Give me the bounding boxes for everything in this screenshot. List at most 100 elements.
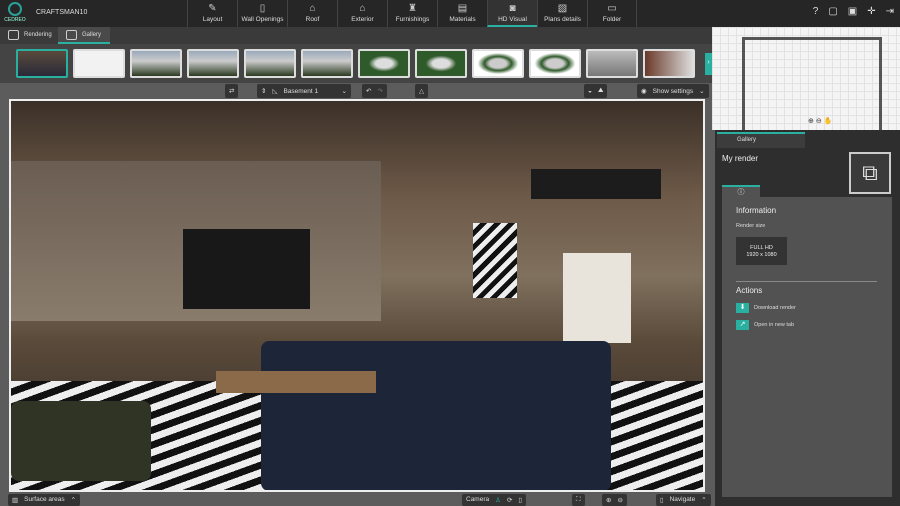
panel-tab-gallery[interactable]: Gallery	[717, 132, 805, 148]
help-icon[interactable]: ?	[813, 6, 819, 17]
divider	[736, 281, 877, 282]
zoom-in-icon[interactable]: ⊕	[606, 496, 611, 504]
thumbnail[interactable]	[529, 49, 581, 78]
thumbnail[interactable]	[187, 49, 239, 78]
minimap-controls: ⊕ ⊖ ✋	[808, 117, 832, 125]
nav-label: Roof	[305, 16, 320, 23]
camera-toolbar: Camera ♙ ⟳ ▯	[462, 494, 526, 506]
navigate-button[interactable]: ▯ Navigate ⌃	[656, 494, 711, 506]
paint-roller-icon: ▤	[457, 3, 468, 14]
gallery-panel: Gallery My render ⧉ ⓘ Information Render…	[715, 130, 900, 506]
coffee-table	[216, 371, 376, 393]
updown-icon: ⇕	[261, 88, 267, 95]
download-icon: ⬇	[736, 303, 749, 313]
thumbnail[interactable]	[16, 49, 68, 78]
nav-wall-openings[interactable]: ▯ Wall Openings	[237, 0, 287, 27]
zoom-out-icon[interactable]: ⊖	[816, 117, 822, 125]
show-settings-button[interactable]: ◉ Show settings ⌄	[637, 84, 709, 98]
perspective-button[interactable]: △	[415, 84, 428, 98]
tab-label: Gallery	[82, 32, 102, 38]
open-tab-label: Open in new tab	[754, 322, 795, 328]
hand-icon[interactable]: ✋	[824, 117, 833, 125]
door-view-icon[interactable]: ▯	[518, 496, 522, 504]
surface-areas-button[interactable]: ▥ Surface areas ⌃	[8, 494, 81, 506]
thumbnail[interactable]	[586, 49, 638, 78]
undo-redo: ↶ ↷	[362, 84, 387, 98]
tab-rendering[interactable]: Rendering	[0, 27, 56, 44]
mouse-icon: ▯	[660, 497, 664, 504]
collapse-icon[interactable]: ✛	[867, 6, 875, 17]
nav-label: Materials	[449, 16, 476, 23]
zoom-in-icon[interactable]: ⊕	[808, 117, 814, 125]
swap-view-button[interactable]: ⇄	[225, 84, 239, 98]
rotate-icon[interactable]: ⟳	[507, 496, 512, 504]
top-bar: CEDREO CRAFTSMAN10 ✎ Layout ▯ Wall Opening…	[0, 0, 900, 27]
fit-button[interactable]: ⛶	[572, 494, 585, 506]
roof-icon: ⌂	[309, 3, 316, 14]
nav-plans-details[interactable]: ▧ Plans details	[537, 0, 587, 27]
tab-gallery[interactable]: Gallery	[58, 27, 110, 44]
terrain-icon[interactable]: ⛰	[598, 87, 603, 95]
house-icon: ⌂	[359, 3, 366, 14]
chevron-up-icon: ⌃	[70, 497, 77, 504]
external-link-icon: ↗	[736, 320, 749, 330]
chevron-down-icon: ⌄	[699, 88, 705, 95]
thumbnail[interactable]	[472, 49, 524, 78]
download-label: Download render	[754, 305, 796, 311]
person-icon[interactable]: ♙	[495, 496, 501, 504]
info-icon: ⓘ	[737, 189, 745, 196]
plans-icon: ▧	[557, 3, 568, 14]
info-card: ⓘ Information Render size FULL HD 1920 x …	[722, 185, 892, 497]
logout-icon[interactable]: ⇥	[886, 6, 894, 17]
thumbnail[interactable]	[643, 49, 695, 78]
nav-label: Furnishings	[395, 16, 430, 23]
chevron-down-icon: ⌄	[341, 88, 347, 95]
panel-tab-label: Gallery	[737, 137, 757, 143]
scroll-right-button[interactable]: ›	[705, 53, 712, 75]
camera-label[interactable]: Camera	[466, 496, 489, 504]
nav-hd-visual[interactable]: ◙ HD Visual	[487, 0, 537, 27]
comment-icon[interactable]: ▢	[828, 6, 837, 17]
window	[531, 169, 661, 199]
sofa	[261, 341, 611, 490]
save-icon[interactable]: ▣	[848, 6, 857, 17]
show-settings-label: Show settings	[652, 87, 694, 95]
project-name: CRAFTSMAN10	[36, 9, 88, 16]
level-value: Basement 1	[283, 87, 319, 95]
nav-folder[interactable]: ▭ Folder	[587, 0, 637, 27]
nav-roof[interactable]: ⌂ Roof	[287, 0, 337, 27]
render-image	[9, 99, 705, 492]
swap-icon: ⇄	[229, 88, 235, 95]
undo-icon[interactable]: ↶	[366, 87, 371, 95]
nav-layout[interactable]: ✎ Layout	[187, 0, 237, 27]
thumbnail[interactable]	[244, 49, 296, 78]
material-icon[interactable]: ◒	[588, 88, 592, 95]
redo-icon[interactable]: ↷	[377, 87, 382, 95]
nav-furnishings[interactable]: ♜ Furnishings	[387, 0, 437, 27]
wall-art	[473, 223, 517, 298]
render-tabs: Rendering Gallery	[0, 27, 712, 44]
wall-art	[563, 253, 631, 343]
camera-icon: ◙	[509, 3, 516, 14]
tab-label: Rendering	[24, 32, 52, 38]
zoom-out-icon[interactable]: ⊖	[617, 496, 622, 504]
fit-icon: ⛶	[576, 496, 581, 503]
perspective-icon: △	[419, 88, 424, 95]
info-tab[interactable]: ⓘ	[722, 185, 760, 197]
floor-plan-minimap[interactable]: ⊕ ⊖ ✋	[712, 27, 900, 130]
download-render-button[interactable]: ⬇ Download render	[736, 303, 796, 313]
level-selector[interactable]: ⇕ ◺ Basement 1 ⌄	[257, 84, 351, 98]
thumbnail[interactable]	[130, 49, 182, 78]
nav-materials[interactable]: ▤ Materials	[437, 0, 487, 27]
folder-icon: ▭	[607, 3, 617, 14]
nav-label: Layout	[202, 16, 223, 23]
thumbnail[interactable]	[415, 49, 467, 78]
actions-heading: Actions	[736, 286, 763, 295]
thumbnail[interactable]	[73, 49, 125, 78]
thumbnail[interactable]	[301, 49, 353, 78]
thumbnail[interactable]	[358, 49, 410, 78]
table-icon: ▥	[12, 497, 19, 504]
open-new-tab-button[interactable]: ↗ Open in new tab	[736, 320, 794, 330]
nav-label: Plans details	[544, 16, 581, 23]
nav-exterior[interactable]: ⌂ Exterior	[337, 0, 387, 27]
